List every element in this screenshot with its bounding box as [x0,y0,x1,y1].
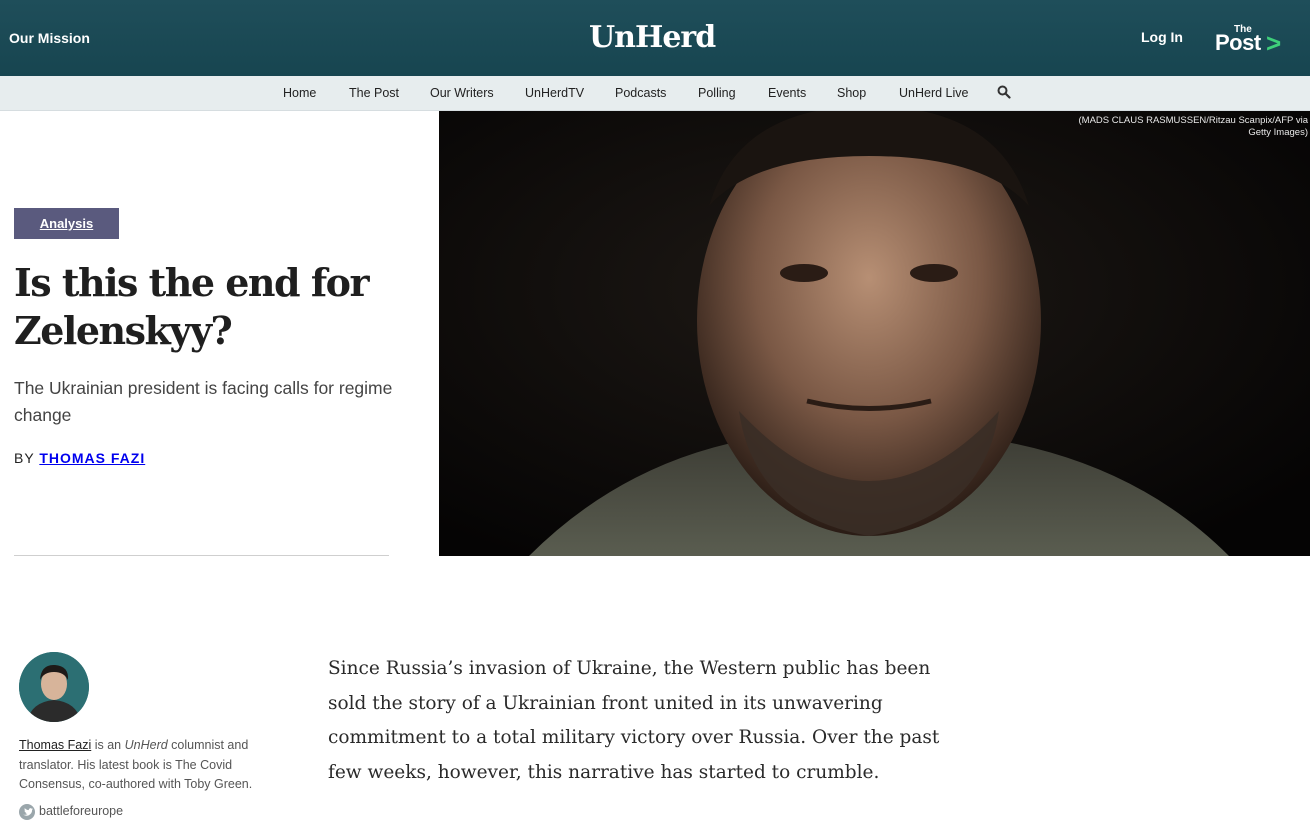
author-name-link[interactable]: Thomas Fazi [19,738,91,752]
nav-item-polling[interactable]: Polling [698,86,736,100]
bio-text-1: is an [91,738,125,752]
nav-item-unherdtv[interactable]: UnHerdTV [525,86,584,100]
byline: BY THOMAS FAZI [14,450,145,466]
unherd-logo[interactable]: UnHerd [589,20,716,55]
divider [14,555,389,556]
image-credit: (MADS CLAUS RASMUSSEN/Ritzau Scanpix/AFP… [1078,115,1308,138]
nav-item-our-writers[interactable]: Our Writers [430,86,494,100]
nav-item-podcasts[interactable]: Podcasts [615,86,666,100]
our-mission-link[interactable]: Our Mission [9,30,90,46]
category-badge[interactable]: Analysis [14,208,119,239]
hero-portrait [439,111,1310,556]
hero-image: (MADS CLAUS RASMUSSEN/Ritzau Scanpix/AFP… [439,111,1310,556]
bio-brand: UnHerd [124,738,168,752]
article-dek: The Ukrainian president is facing calls … [14,378,393,425]
nav-item-the-post[interactable]: The Post [349,86,399,100]
article-body-paragraph: Since Russia’s invasion of Ukraine, the … [328,658,940,783]
main-nav: Home The Post Our Writers UnHerdTV Podca… [0,76,1310,111]
byline-prefix: BY [14,450,35,466]
avatar-portrait [19,652,89,722]
nav-item-events[interactable]: Events [768,86,806,100]
headline-line-2: Zelenskyy? [14,308,233,353]
nav-item-shop[interactable]: Shop [837,86,866,100]
author-avatar[interactable] [19,652,89,722]
the-post-logo-large: Post [1215,30,1261,55]
login-link[interactable]: Log In [1141,29,1183,45]
author-bio: Thomas Fazi is an UnHerd columnist and t… [19,736,274,795]
article-headline: Is this the end for Zelenskyy? [14,259,414,355]
the-post-logo[interactable]: The Post > [1215,24,1295,58]
site-header: Our Mission UnHerd Log In The Post > [0,0,1310,76]
nav-item-unherd-live[interactable]: UnHerd Live [899,86,968,100]
headline-line-1: Is this the end for [14,260,370,305]
byline-author-link[interactable]: THOMAS FAZI [39,450,145,466]
nav-item-home[interactable]: Home [283,86,316,100]
chevron-right-icon: > [1266,28,1282,58]
twitter-handle: battleforeurope [39,804,124,818]
search-icon[interactable] [997,85,1011,99]
twitter-icon [19,804,35,820]
